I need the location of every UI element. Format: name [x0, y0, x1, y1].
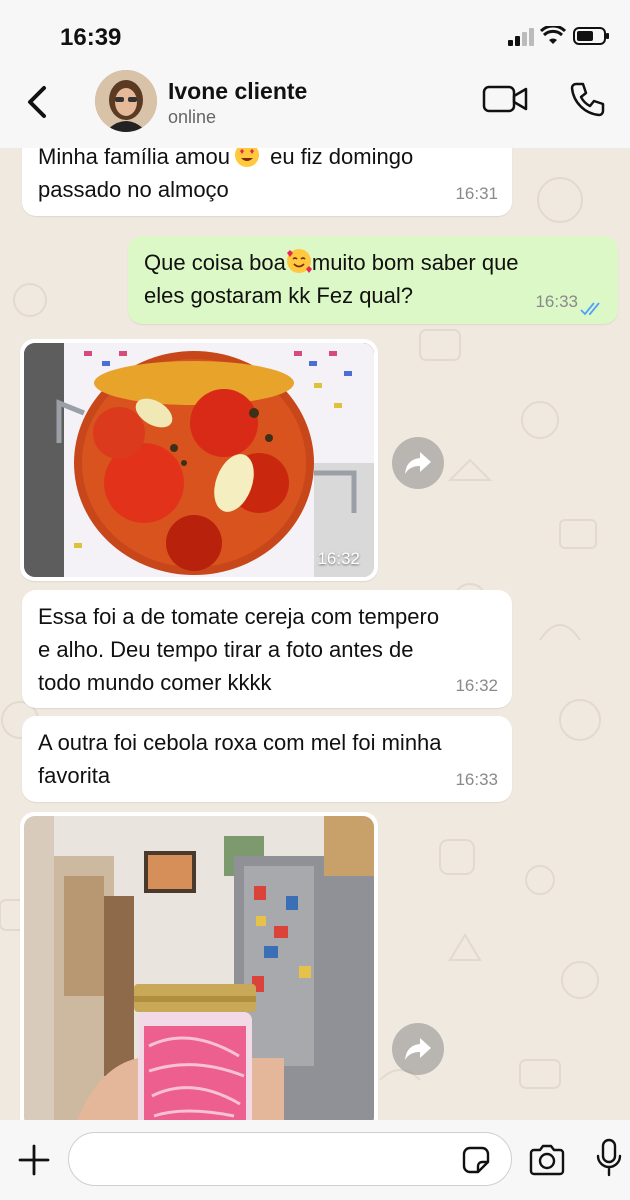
voice-call-icon[interactable] — [568, 80, 606, 118]
sticker-icon[interactable] — [460, 1144, 492, 1176]
message-time: 16:32 — [317, 549, 360, 568]
read-receipt-icon — [580, 302, 600, 316]
wifi-icon — [540, 26, 566, 44]
forward-button[interactable] — [392, 437, 444, 489]
microphone-icon[interactable] — [596, 1138, 622, 1178]
contact-name[interactable]: Ivone cliente — [168, 78, 307, 105]
forward-button[interactable] — [392, 1023, 444, 1075]
message-bubble-incoming[interactable]: Essa foi a de tomate cereja com tempero … — [22, 590, 512, 708]
chat-header-overlay: Ivone cliente online — [0, 70, 630, 148]
tomato-jar-photo[interactable]: 16:32 — [24, 343, 374, 577]
message-bubble-incoming[interactable]: A outra foi cebola roxa com mel foi minh… — [22, 716, 512, 802]
battery-icon — [573, 27, 609, 45]
onion-jar-photo[interactable] — [24, 816, 374, 1128]
status-time: 16:39 — [60, 24, 122, 51]
status-bar: 16:39 — [0, 0, 630, 70]
contact-status: online — [168, 107, 217, 127]
contact-avatar[interactable] — [95, 70, 157, 132]
message-text: Que coisa boa — [144, 250, 286, 275]
message-text: Essa foi a de tomate cereja com tempero … — [38, 604, 440, 695]
image-message[interactable] — [20, 812, 378, 1132]
message-time: 16:32 — [455, 676, 498, 695]
smiling-face-with-hearts-emoji-icon — [286, 248, 312, 274]
forward-arrow-icon — [405, 1038, 431, 1060]
message-time: 16:31 — [455, 184, 498, 203]
forward-arrow-icon — [405, 452, 431, 474]
back-chevron-icon[interactable] — [22, 82, 52, 122]
message-text: A outra foi cebola roxa com mel foi minh… — [38, 730, 442, 788]
message-time: 16:33 — [455, 770, 498, 789]
message-input[interactable] — [68, 1132, 512, 1186]
plus-icon[interactable] — [16, 1142, 52, 1178]
message-composer — [0, 1120, 630, 1200]
cellular-signal-icon — [508, 28, 534, 46]
camera-icon[interactable] — [528, 1144, 566, 1176]
image-message[interactable]: 16:32 — [20, 339, 378, 581]
message-time: 16:33 — [535, 292, 578, 311]
message-bubble-outgoing[interactable]: Que coisa boa muito bom saber que eles go… — [128, 236, 618, 324]
video-call-icon[interactable] — [482, 84, 528, 114]
